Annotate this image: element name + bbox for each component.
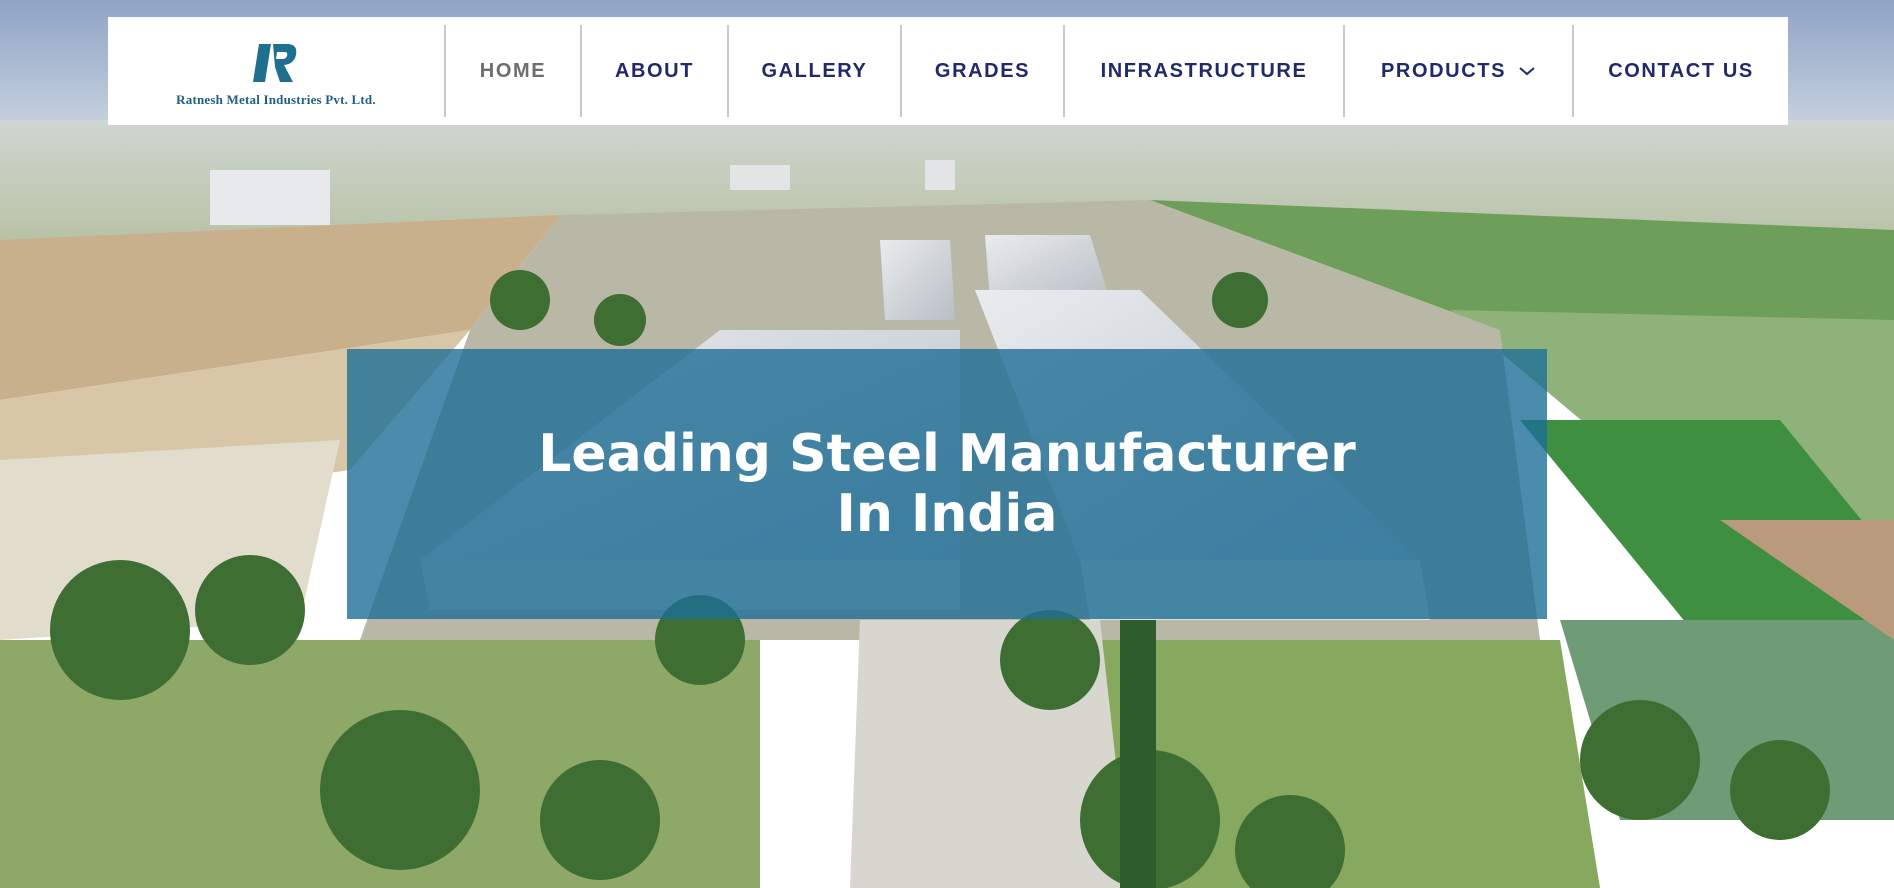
company-name: Ratnesh Metal Industries Pvt. Ltd. — [176, 92, 376, 107]
brand-logo[interactable]: Ratnesh Metal Industries Pvt. Ltd. — [108, 17, 444, 125]
nav-item-gallery[interactable]: GALLERY — [729, 17, 900, 125]
home-page: Ratnesh Metal Industries Pvt. Ltd. HOME … — [0, 0, 1894, 888]
hero-headline-line-2: In India — [836, 484, 1058, 544]
nav-item-about[interactable]: ABOUT — [582, 17, 727, 125]
main-navigation: HOME ABOUT GALLERY GRADES INFRASTRUCTURE… — [444, 17, 1788, 125]
nav-item-home[interactable]: HOME — [446, 17, 580, 125]
hero-caption-box: Leading Steel Manufacturer In India — [347, 349, 1547, 619]
nav-item-grades[interactable]: GRADES — [902, 17, 1063, 125]
nav-item-products-label: PRODUCTS — [1380, 59, 1507, 82]
r-monogram-logo-icon — [253, 44, 297, 82]
chevron-down-icon — [1519, 67, 1535, 76]
hero-headline-line-1: Leading Steel Manufacturer — [538, 424, 1356, 484]
nav-item-contact-us[interactable]: CONTACT US — [1574, 17, 1788, 125]
nav-item-infrastructure[interactable]: INFRASTRUCTURE — [1065, 17, 1343, 125]
nav-item-products[interactable]: PRODUCTS — [1345, 17, 1572, 125]
site-header: Ratnesh Metal Industries Pvt. Ltd. HOME … — [108, 17, 1788, 125]
